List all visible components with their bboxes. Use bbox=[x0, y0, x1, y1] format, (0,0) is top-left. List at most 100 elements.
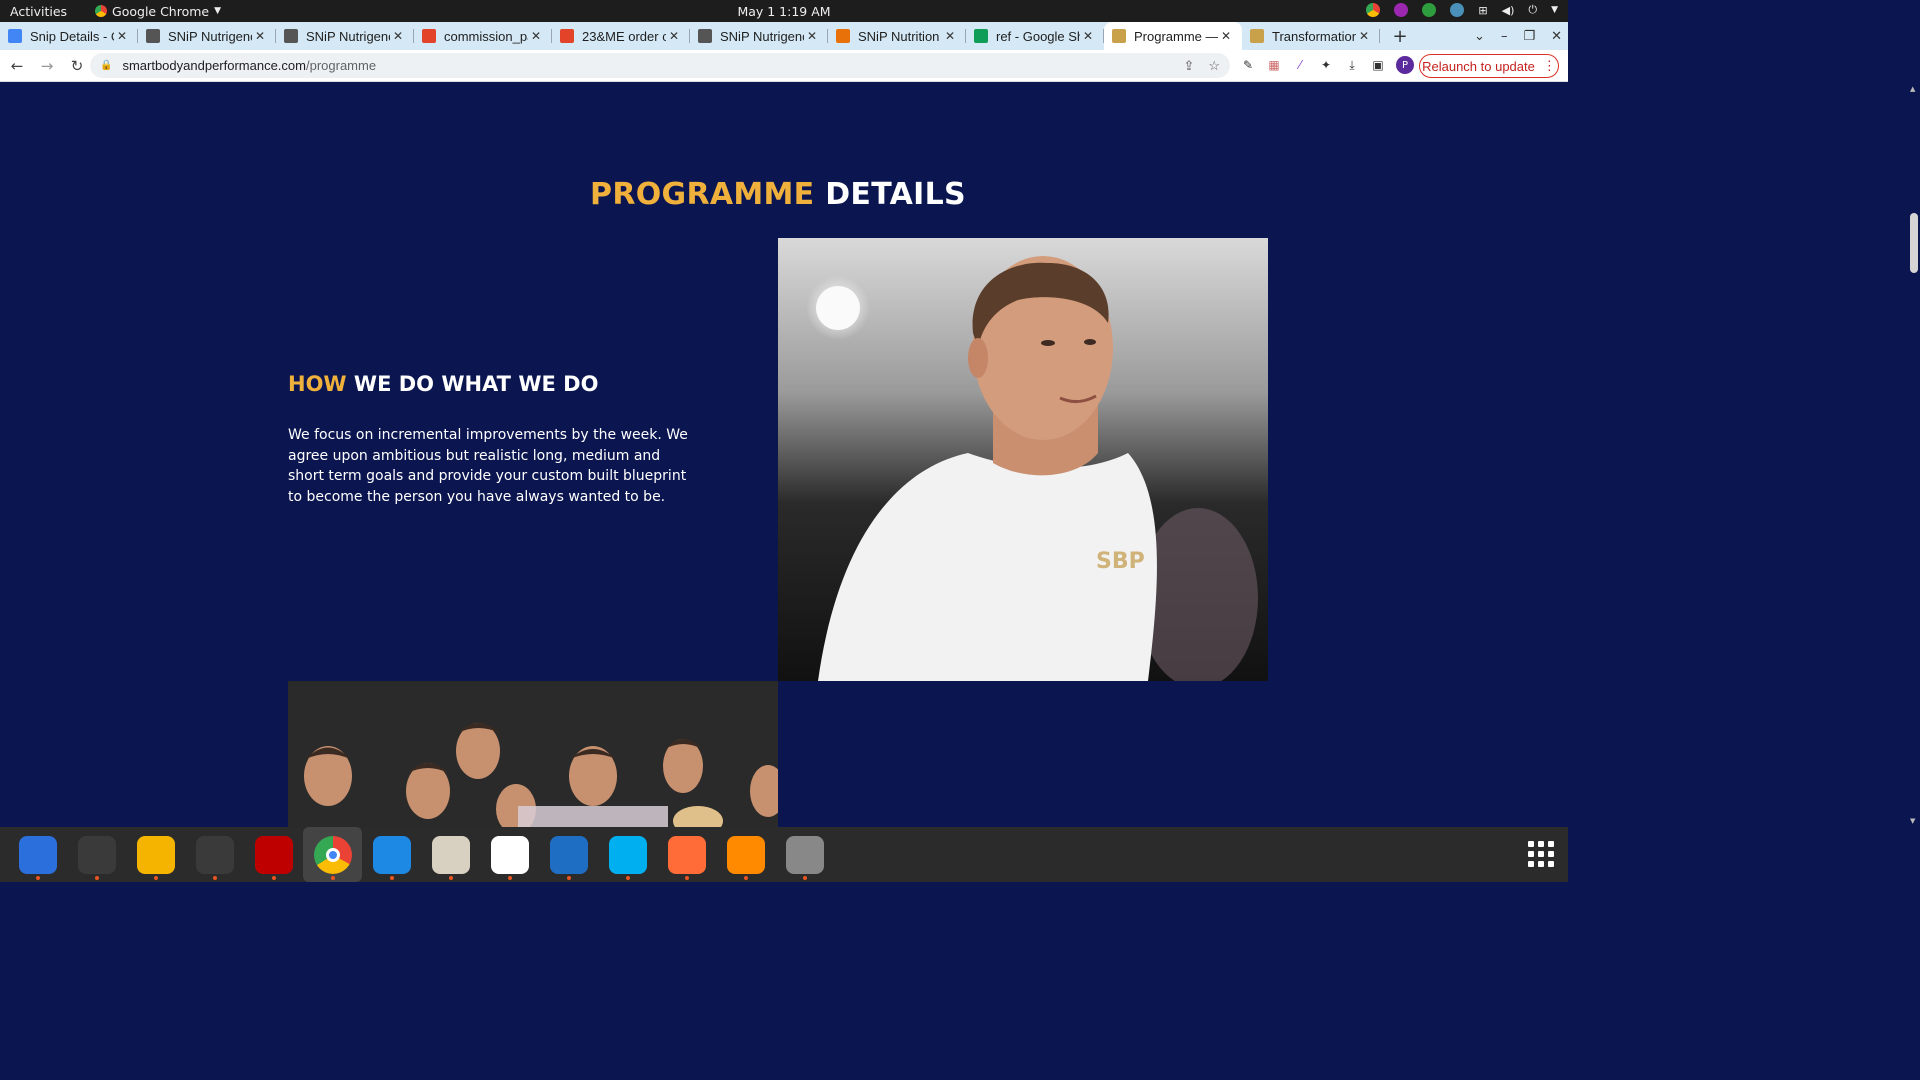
sbp-icon bbox=[1250, 29, 1264, 43]
browser-tab[interactable]: Snip Details - G ✕ bbox=[0, 22, 138, 50]
extensions-puzzle-icon[interactable]: ✦ bbox=[1318, 57, 1334, 73]
running-indicator bbox=[743, 876, 748, 880]
filezilla-icon bbox=[254, 835, 293, 874]
running-indicator bbox=[389, 876, 394, 880]
running-indicator bbox=[507, 876, 512, 880]
dock-item-system-monitor[interactable] bbox=[185, 827, 244, 882]
profile-avatar[interactable]: P bbox=[1396, 56, 1414, 74]
terminal-icon bbox=[77, 835, 116, 874]
address-bar[interactable]: 🔒 smartbodyandperformance.com/programme … bbox=[90, 53, 1230, 78]
running-indicator bbox=[566, 876, 571, 880]
running-indicator bbox=[94, 876, 99, 880]
relaunch-update-button[interactable]: Relaunch to update ⋮ bbox=[1419, 54, 1559, 78]
disk-icon bbox=[785, 835, 824, 874]
monitor-icon bbox=[195, 835, 234, 874]
dock-item-filezilla[interactable] bbox=[244, 827, 303, 882]
pen-extension-icon[interactable]: ⁄ bbox=[1292, 57, 1308, 73]
sheets-icon bbox=[974, 29, 988, 43]
clock[interactable]: May 1 1:19 AM bbox=[737, 4, 830, 19]
docs-icon bbox=[8, 29, 22, 43]
browser-tab[interactable]: ref - Google She✕ bbox=[966, 22, 1104, 50]
dock-item-disks[interactable] bbox=[775, 827, 834, 882]
scrollbar-thumb[interactable] bbox=[1910, 213, 1918, 273]
gitlab-icon bbox=[422, 29, 436, 43]
new-tab-button[interactable]: + bbox=[1386, 22, 1414, 50]
running-indicator bbox=[684, 876, 689, 880]
flame-icon bbox=[726, 835, 765, 874]
browser-tab[interactable]: SNiP Nutrigenc ✕ bbox=[276, 22, 414, 50]
close-tab-icon[interactable]: ✕ bbox=[390, 29, 406, 43]
activities-button[interactable]: Activities bbox=[10, 4, 67, 19]
files-icon bbox=[431, 835, 470, 874]
close-tab-icon[interactable]: ✕ bbox=[804, 29, 820, 43]
scroll-down-icon[interactable]: ▼ bbox=[1910, 817, 1915, 825]
vscode-icon bbox=[372, 835, 411, 874]
close-tab-icon[interactable]: ✕ bbox=[666, 29, 682, 43]
web-page: PROGRAMME DETAILS HOW WE DO WHAT WE DO W… bbox=[0, 83, 1556, 827]
download-icon[interactable]: ⤓ bbox=[1344, 57, 1360, 73]
browser-tab[interactable]: SNiP Nutrition ✕ bbox=[828, 22, 966, 50]
tab-title: 23&ME order cl bbox=[582, 28, 666, 44]
app-menu[interactable]: Google Chrome ▼ bbox=[95, 4, 221, 19]
back-icon[interactable]: ← bbox=[4, 53, 30, 79]
share-icon[interactable]: ⇪ bbox=[1183, 58, 1194, 74]
dock-item-libreoffice-writer[interactable] bbox=[539, 827, 598, 882]
eyedropper-icon[interactable]: ✎ bbox=[1240, 57, 1256, 73]
close-tab-icon[interactable]: ✕ bbox=[1356, 29, 1372, 43]
dock-item-calculator[interactable] bbox=[126, 827, 185, 882]
snip-icon bbox=[698, 29, 712, 43]
postman-icon bbox=[667, 835, 706, 874]
group-photo bbox=[288, 681, 778, 827]
browser-tab[interactable]: 23&ME order cl ✕ bbox=[552, 22, 690, 50]
dock-item-vscode[interactable] bbox=[362, 827, 421, 882]
restore-icon[interactable]: ❐ bbox=[1523, 29, 1535, 44]
section-body-text: We focus on incremental improvements by … bbox=[288, 427, 688, 506]
forward-icon[interactable]: → bbox=[34, 53, 60, 79]
dock-item-text-editor[interactable] bbox=[480, 827, 539, 882]
volume-icon[interactable]: ◀) bbox=[1502, 4, 1515, 17]
browser-tab[interactable]: commission_pa ✕ bbox=[414, 22, 552, 50]
close-window-icon[interactable]: ✕ bbox=[1551, 29, 1562, 44]
dock-item-blaze[interactable] bbox=[716, 827, 775, 882]
subhead-rest: WE DO WHAT WE DO bbox=[353, 372, 599, 396]
reload-icon[interactable]: ↻ bbox=[64, 53, 90, 79]
browser-tab[interactable]: Programme — ✕ bbox=[1104, 22, 1242, 50]
dock-item-skype[interactable] bbox=[598, 827, 657, 882]
tray-menu-caret-icon[interactable]: ▼ bbox=[1551, 5, 1558, 15]
tab-search-icon[interactable]: ⌄ bbox=[1474, 29, 1485, 44]
close-tab-icon[interactable]: ✕ bbox=[252, 29, 268, 43]
power-icon[interactable]: ⏻ bbox=[1528, 3, 1537, 17]
close-tab-icon[interactable]: ✕ bbox=[114, 29, 130, 43]
close-tab-icon[interactable]: ✕ bbox=[942, 29, 958, 43]
dock-item-terminal[interactable] bbox=[67, 827, 126, 882]
green-tray-icon[interactable] bbox=[1422, 3, 1437, 17]
gitlab-icon bbox=[560, 29, 574, 43]
network-icon[interactable]: ⊞ bbox=[1478, 4, 1487, 17]
minimize-icon[interactable]: – bbox=[1501, 29, 1508, 44]
lock-icon[interactable]: 🔒 bbox=[100, 60, 112, 71]
close-tab-icon[interactable]: ✕ bbox=[1080, 29, 1096, 43]
dock-item-thunderbird[interactable] bbox=[8, 827, 67, 882]
calendar-extension-icon[interactable]: ▦ bbox=[1266, 57, 1282, 73]
purple-tray-icon[interactable] bbox=[1394, 3, 1409, 17]
browser-toolbar: ← → ↻ 🔒 smartbodyandperformance.com/prog… bbox=[0, 50, 1568, 82]
dock-item-postman[interactable] bbox=[657, 827, 716, 882]
bookmark-star-icon[interactable]: ☆ bbox=[1208, 58, 1220, 74]
browser-tab[interactable]: SNiP Nutrigenc ✕ bbox=[138, 22, 276, 50]
close-tab-icon[interactable]: ✕ bbox=[1218, 29, 1234, 43]
browser-tab[interactable]: Transformation ✕ bbox=[1242, 22, 1380, 50]
teal-tray-icon[interactable] bbox=[1450, 3, 1465, 17]
dock-item-chrome[interactable] bbox=[303, 827, 362, 882]
chrome-small-icon bbox=[95, 5, 108, 17]
side-panel-icon[interactable]: ▣ bbox=[1370, 57, 1386, 73]
close-tab-icon[interactable]: ✕ bbox=[528, 29, 544, 43]
scroll-up-icon[interactable]: ▲ bbox=[1910, 85, 1915, 93]
text-editor-icon bbox=[490, 835, 529, 874]
dock-item-files[interactable] bbox=[421, 827, 480, 882]
browser-tab[interactable]: SNiP Nutrigenc ✕ bbox=[690, 22, 828, 50]
window-controls: ⌄ – ❐ ✕ bbox=[1474, 22, 1562, 50]
tab-title: commission_pa bbox=[444, 28, 528, 44]
show-apps-icon[interactable] bbox=[1528, 841, 1554, 867]
chrome-tray-icon[interactable] bbox=[1366, 3, 1381, 17]
page-scrollbar[interactable]: ▲ ▼ bbox=[1908, 83, 1920, 827]
